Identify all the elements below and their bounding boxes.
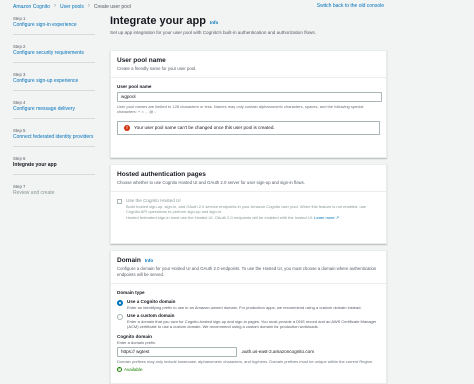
domain-input-row: https:// wgtest .auth.us-east-2.amazonco… — [117, 347, 380, 358]
warning-icon: ! — [124, 124, 130, 131]
panel-body: Use the Cognito Hosted UI Build hosted s… — [111, 192, 386, 226]
step-5: Step 5 Connect federated identity provid… — [13, 128, 95, 148]
domain-suffix: .auth.us-east-2.amazoncognito.com — [241, 349, 315, 355]
step-link-sign-in[interactable]: Configure sign-in experience — [13, 22, 95, 29]
hosted-ui-option: Use the Cognito Hosted UI Build hosted s… — [117, 198, 380, 220]
hosted-ui-checkbox[interactable] — [117, 199, 122, 205]
step-4: Step 4 Configure message delivery — [13, 100, 95, 120]
hosted-ui-note-text: Hosted federated sign-in must use the Ho… — [126, 214, 313, 220]
panel-header: User pool name Create a friendly name fo… — [111, 51, 386, 79]
panel-subtitle: Create a friendly name for your user poo… — [117, 66, 197, 72]
domain-panel: Domain Info Configure a domain for your … — [110, 250, 387, 384]
step-2: Step 2 Configure security requirements — [13, 44, 95, 64]
custom-domain-description: Enter a domain that you own for Cognito-… — [127, 318, 377, 329]
pool-name-label: User pool name — [117, 84, 152, 90]
custom-domain-radio[interactable] — [117, 313, 123, 320]
learn-more-link[interactable]: Learn more — [314, 215, 334, 220]
domain-type-label: Domain type — [117, 289, 145, 295]
step-current-integrate: Integrate your app — [13, 161, 57, 168]
step-7: Step 7 Review and create — [13, 184, 95, 196]
panel-title: User pool name — [117, 57, 166, 64]
custom-domain-option[interactable]: Use a custom domain Enter a domain that … — [117, 313, 380, 329]
panel-header: Domain Info Configure a domain for your … — [111, 251, 386, 284]
step-link-security[interactable]: Configure security requirements — [13, 50, 95, 57]
step-1: Step 1 Configure sign-in experience — [13, 16, 95, 36]
step-link-federated[interactable]: Connect federated identity providers — [13, 134, 95, 141]
wizard-steps: Step 1 Configure sign-in experience Step… — [13, 16, 95, 206]
step-divider — [13, 34, 95, 36]
panel-title-text: Domain — [117, 257, 141, 264]
pool-name-input[interactable]: wgpool — [117, 91, 382, 102]
alert-text: Your user pool name can't be changed onc… — [134, 124, 275, 130]
step-review-create: Review and create — [13, 190, 55, 197]
page-title-text: Integrate your app — [110, 15, 206, 27]
step-link-sign-up[interactable]: Configure sign-up experience — [13, 78, 95, 85]
breadcrumb-current: Create user pool — [93, 3, 131, 10]
domain-prefix-input[interactable]: https:// wgtest — [117, 347, 237, 358]
cognito-domain-field-hint: Enter a domain prefix. — [117, 340, 157, 346]
page-description: Set up app integration for your user poo… — [110, 30, 316, 36]
domain-info-link[interactable]: Info — [145, 258, 153, 264]
switch-console-link[interactable]: Switch back to the old console — [317, 3, 384, 10]
breadcrumb-user-pools-link[interactable]: User pools — [60, 4, 84, 11]
panel-header: Hosted authentication pages Choose wheth… — [111, 165, 386, 193]
step-divider — [13, 90, 95, 92]
pool-name-hint: User pool names are limited to 128 chara… — [117, 103, 364, 115]
external-link-icon: ↗ — [335, 214, 340, 220]
step-3: Step 3 Configure sign-up experience — [13, 72, 95, 92]
panel-title: Domain Info — [117, 257, 380, 265]
breadcrumb-separator-icon: › — [87, 3, 90, 10]
breadcrumb: Amazon Cognito › User pools › Create use… — [0, 0, 474, 14]
cognito-domain-option[interactable]: Use a Cognito domain Enter an identifyin… — [117, 299, 380, 310]
cognito-domain-description: Enter an identifying prefix to use in an… — [127, 304, 362, 310]
hosted-auth-panel: Hosted authentication pages Choose wheth… — [110, 164, 387, 244]
step-link-message-delivery[interactable]: Configure message delivery — [13, 106, 95, 113]
cognito-domain-radio[interactable] — [117, 299, 123, 306]
breadcrumb-separator-icon: › — [53, 3, 56, 10]
step-divider — [13, 146, 95, 148]
hosted-ui-description: Build hosted sign-up, sign-in, and OAuth… — [126, 203, 366, 215]
main-content: Integrate your app Info Set up app integ… — [110, 14, 387, 384]
pool-name-alert: ! Your user pool name can't be changed o… — [117, 120, 380, 135]
breadcrumb-cognito-link[interactable]: Amazon Cognito — [13, 4, 50, 11]
panel-subtitle: Configure a domain for your Hosted UI an… — [117, 266, 377, 278]
hosted-ui-note: Hosted federated sign-in must use the Ho… — [126, 215, 380, 220]
step-divider — [13, 62, 95, 64]
panel-body: User pool name wgpool User pool names ar… — [111, 78, 386, 141]
page-info-link[interactable]: Info — [210, 20, 218, 26]
domain-status: ✓ Available — [117, 367, 380, 373]
check-circle-icon: ✓ — [117, 367, 122, 373]
step-divider — [13, 118, 95, 120]
step-6: Step 6 Integrate your app — [13, 156, 95, 176]
step-divider — [13, 174, 95, 176]
panel-title: Hosted authentication pages — [117, 171, 206, 178]
domain-status-text: Available — [124, 366, 143, 372]
page-title: Integrate your app Info — [110, 14, 387, 28]
panel-body: Domain type Use a Cognito domain Enter a… — [111, 284, 386, 379]
user-pool-name-panel: User pool name Create a friendly name fo… — [110, 50, 387, 158]
panel-subtitle: Choose whether to use Cognito Hosted UI … — [117, 180, 305, 186]
domain-prefix-hint: Domain prefixes may only include lowerca… — [117, 359, 374, 365]
